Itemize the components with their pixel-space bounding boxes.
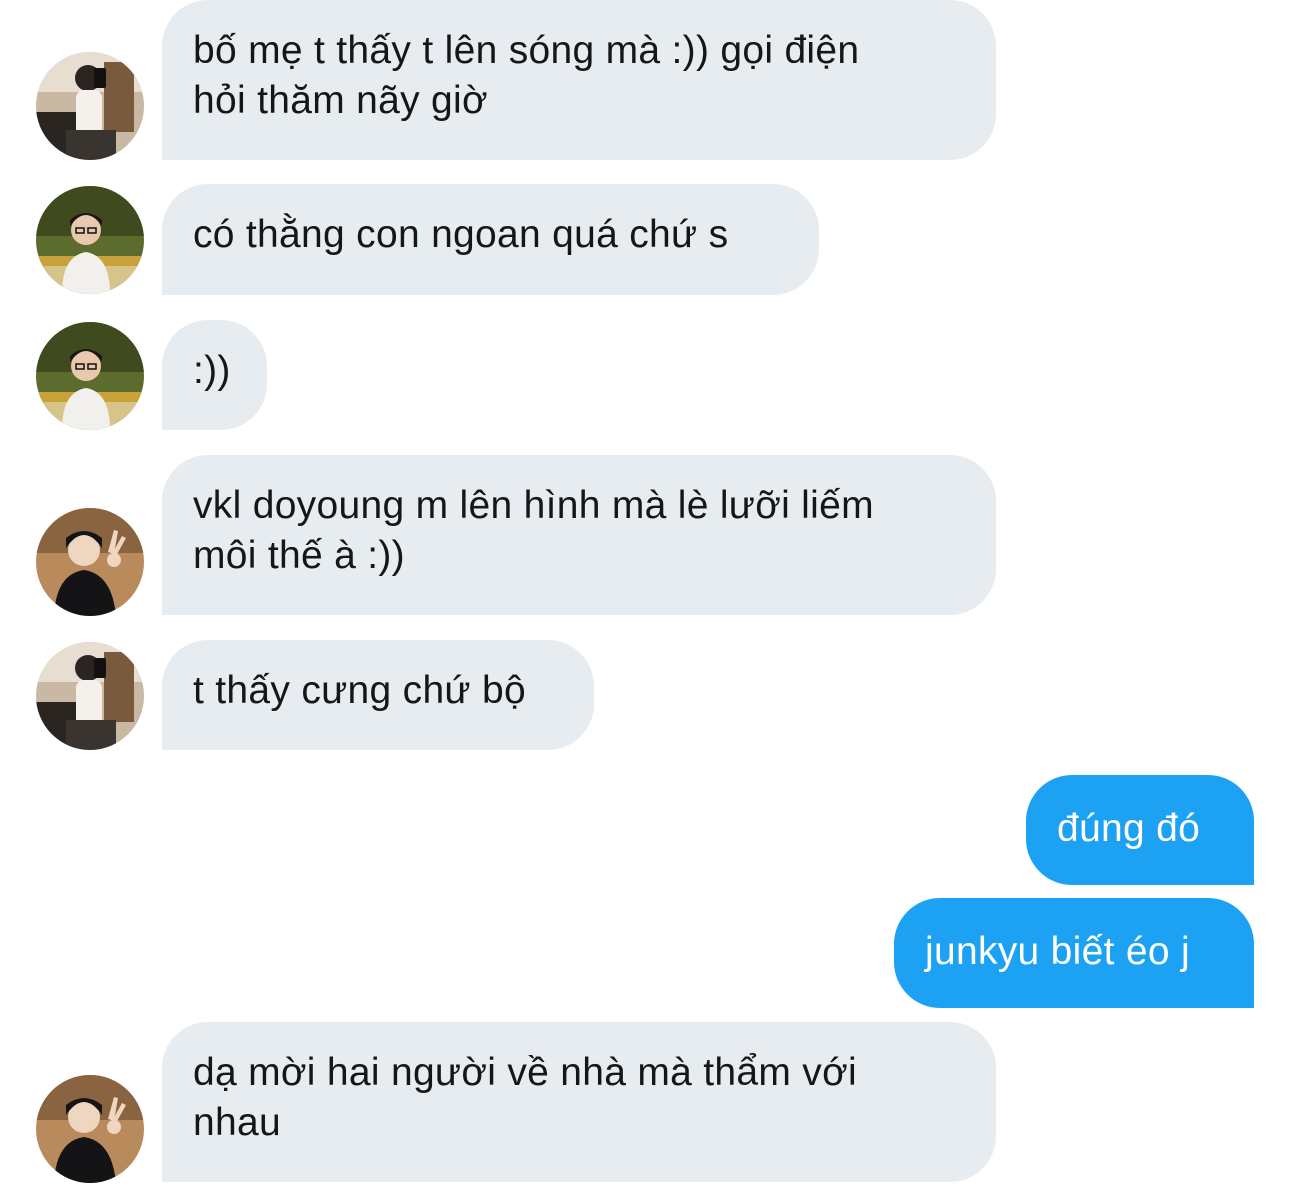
message-bubble-outgoing[interactable]: đúng đó bbox=[1026, 775, 1254, 885]
conversation-thread: bố mẹ t thấy t lên sóng mà :)) gọi điện … bbox=[0, 0, 1290, 1199]
message-bubble-incoming[interactable]: có thằng con ngoan quá chứ s bbox=[162, 184, 819, 295]
message-bubble-incoming[interactable]: bố mẹ t thấy t lên sóng mà :)) gọi điện … bbox=[162, 0, 996, 160]
message-bubble-incoming[interactable]: vkl doyoung m lên hình mà lè lưỡi liếm m… bbox=[162, 455, 996, 615]
message-bubble-incoming[interactable]: :)) bbox=[162, 320, 267, 430]
message-bubble-incoming[interactable]: dạ mời hai người về nhà mà thẩm với nhau bbox=[162, 1022, 996, 1182]
avatar-image bbox=[36, 186, 144, 294]
message-bubble-incoming[interactable]: t thấy cưng chứ bộ bbox=[162, 640, 594, 750]
avatar-image bbox=[36, 508, 144, 616]
avatar-image bbox=[36, 1075, 144, 1183]
user-mirror-selfie-avatar[interactable] bbox=[36, 642, 144, 750]
user-peace-sign-avatar[interactable] bbox=[36, 508, 144, 616]
avatar-image bbox=[36, 322, 144, 430]
message-bubble-outgoing[interactable]: junkyu biết éo j bbox=[894, 898, 1254, 1008]
user-glasses-avatar[interactable] bbox=[36, 186, 144, 294]
avatar-image bbox=[36, 642, 144, 750]
user-glasses-avatar[interactable] bbox=[36, 322, 144, 430]
avatar-image bbox=[36, 52, 144, 160]
user-peace-sign-avatar[interactable] bbox=[36, 1075, 144, 1183]
user-mirror-selfie-avatar[interactable] bbox=[36, 52, 144, 160]
